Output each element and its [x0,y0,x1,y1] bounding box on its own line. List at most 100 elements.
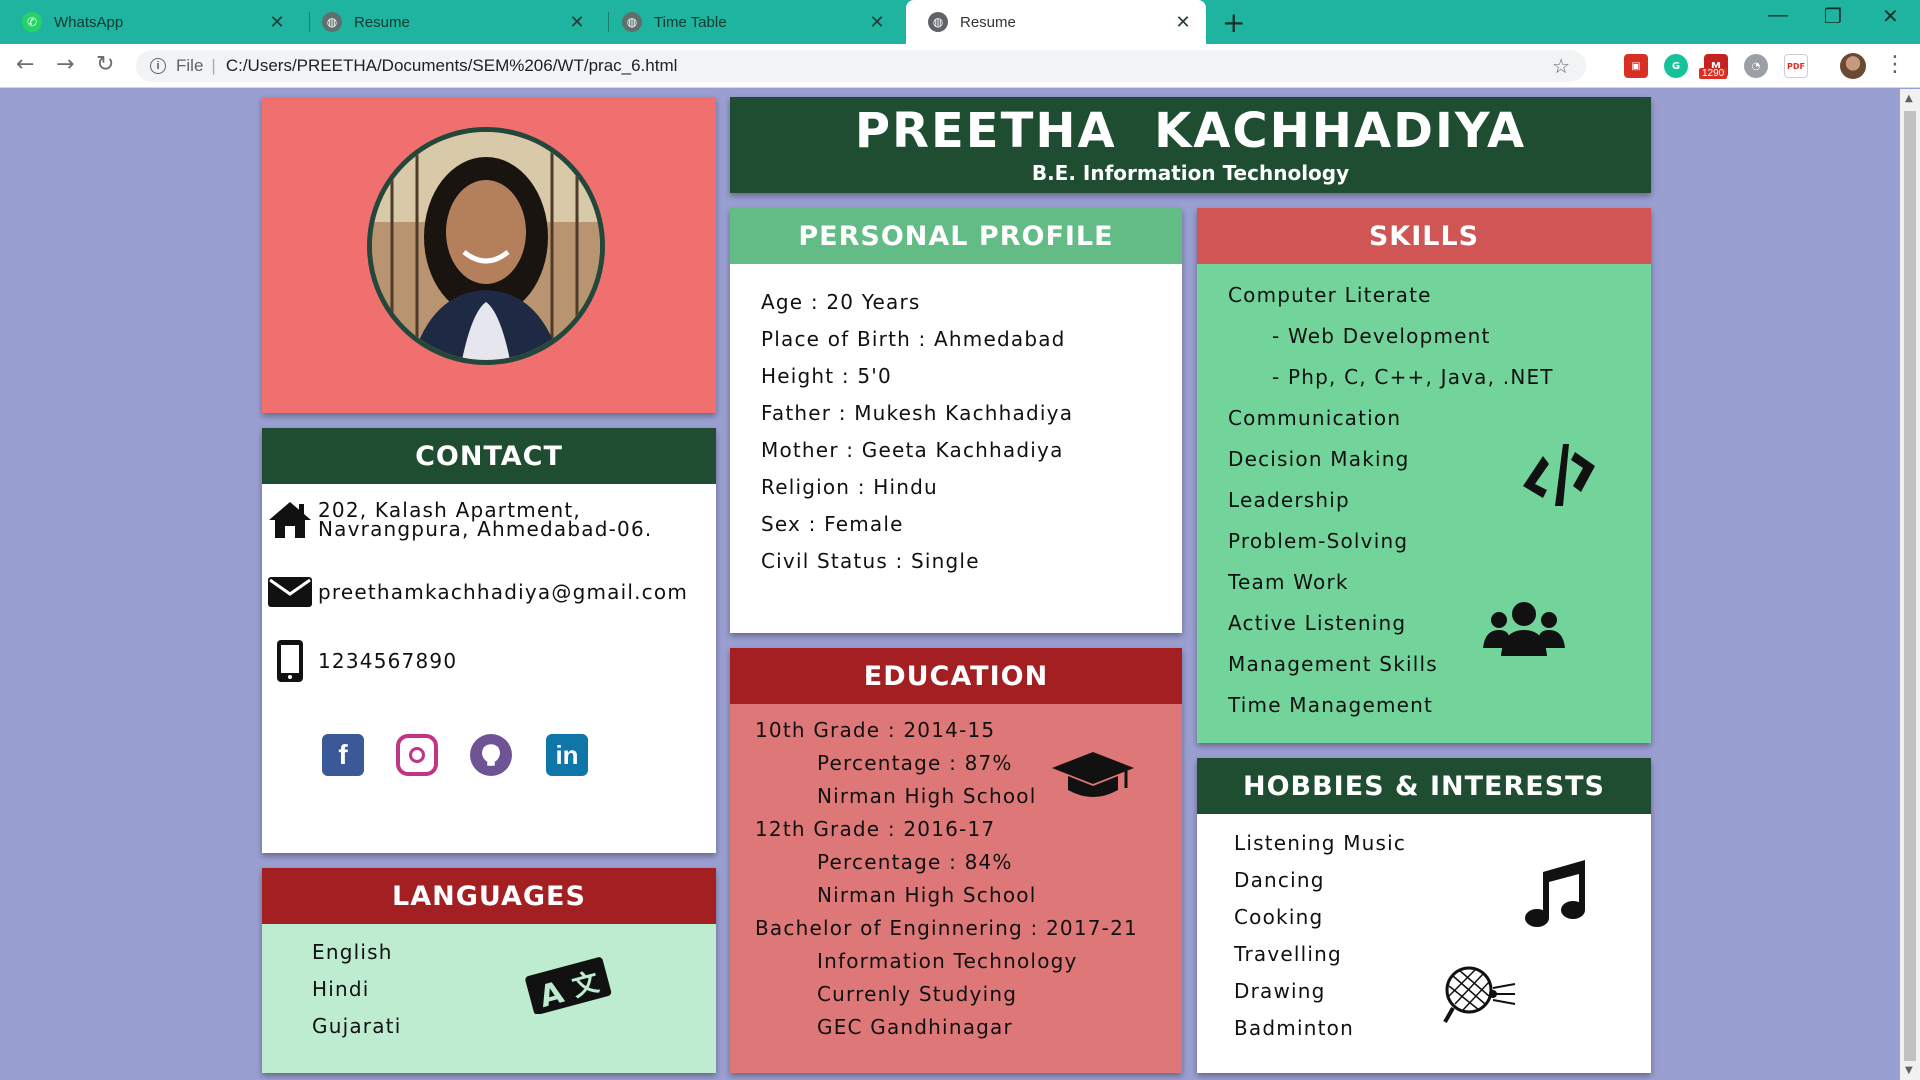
education-heading: EDUCATION [730,648,1182,704]
page-scrollbar[interactable]: ▲ ▼ [1900,89,1920,1080]
close-icon[interactable]: ✕ [868,12,886,33]
skill-item: Active Listening [1228,611,1407,635]
translate-icon: A 文 [524,956,612,1018]
new-tab-button[interactable]: + [1222,6,1245,39]
education-line: Information Technology [817,949,1078,973]
home-icon [262,500,318,540]
skill-item: - Php, C, C++, Java, .NET [1272,365,1554,389]
github-icon[interactable] [470,734,512,776]
profile-item: Mother : Geeta Kachhadiya [761,438,1064,462]
instagram-icon[interactable] [396,734,438,776]
unread-count-badge: 1290 [1699,68,1728,79]
tab-whatsapp[interactable]: ✆ WhatsApp ✕ [0,0,300,44]
language-item: Hindi [312,977,370,1001]
profile-item: Height : 5'0 [761,364,892,388]
education-line: 10th Grade : 2014-15 [755,718,996,742]
photo-card [262,97,716,413]
skill-item: - Web Development [1272,324,1491,348]
name-header: PREETHA KACHHADIYA B.E. Information Tech… [730,97,1651,193]
profile-item: Age : 20 Years [761,290,921,314]
hobbies-card: HOBBIES & INTERESTS Listening Music Danc… [1197,758,1651,1073]
education-line: Currenly Studying [817,982,1018,1006]
menu-dots-icon[interactable]: ⋮ [1884,52,1906,77]
phone-number: 1234567890 [318,649,458,673]
degree-subtitle: B.E. Information Technology [1031,161,1350,185]
mobile-phone-icon [262,639,318,683]
skill-item: Decision Making [1228,447,1410,471]
education-line: Percentage : 84% [817,850,1013,874]
skills-heading: SKILLS [1197,208,1651,264]
scroll-down-icon[interactable]: ▼ [1905,1065,1913,1076]
address-separator: | [211,56,216,75]
skill-item: Leadership [1228,488,1350,512]
education-line: 12th Grade : 2016-17 [755,817,996,841]
education-line: Percentage : 87% [817,751,1013,775]
address-bar[interactable]: i File | C:/Users/PREETHA/Documents/SEM%… [136,50,1586,82]
forward-arrow-icon[interactable]: → [56,52,74,77]
address-row: 202, Kalash Apartment, Navrangpura, Ahme… [262,500,652,540]
globe-icon: ◍ [322,12,342,32]
tab-resume-active[interactable]: ◍ Resume ✕ [906,0,1206,44]
reload-icon[interactable]: ↻ [96,52,114,77]
education-card: EDUCATION 10th Grade : 2014-15 Percentag… [730,648,1182,1073]
address-scheme: File [176,56,204,75]
hobby-item: Listening Music [1234,831,1407,855]
info-icon[interactable]: i [150,58,166,74]
hobby-item: Travelling [1234,942,1342,966]
close-icon[interactable]: ✕ [268,12,286,33]
close-icon[interactable]: ✕ [1174,12,1192,33]
tab-strip: ✆ WhatsApp ✕ ◍ Resume ✕ ◍ Time Table ✕ ◍… [0,0,1920,44]
minimize-button[interactable]: — [1768,4,1788,27]
code-icon [1521,442,1597,512]
grammarly-icon[interactable]: G [1664,54,1688,78]
close-icon[interactable]: ✕ [568,12,586,33]
tab-resume[interactable]: ◍ Resume ✕ [300,0,600,44]
hobby-item: Dancing [1234,868,1325,892]
pdf-extension-icon[interactable]: ▣ [1624,54,1648,78]
whatsapp-icon: ✆ [22,12,42,32]
personal-profile-card: PERSONAL PROFILE Age : 20 Years Place of… [730,208,1182,633]
badminton-icon [1443,964,1517,1030]
skill-item: Team Work [1228,570,1349,594]
skill-item: Problem-Solving [1228,529,1409,553]
toolbar: ← → ↻ i File | C:/Users/PREETHA/Document… [0,44,1920,88]
music-note-icon [1523,858,1589,934]
profile-item: Sex : Female [761,512,904,536]
address-url: C:/Users/PREETHA/Documents/SEM%206/WT/pr… [225,56,678,75]
email-icon [262,576,318,608]
scrollbar-thumb[interactable] [1904,111,1916,1061]
back-arrow-icon[interactable]: ← [16,52,34,77]
email-row: preethamkachhadiya@gmail.com [262,576,688,608]
skills-card: SKILLS Computer Literate - Web Developme… [1197,208,1651,743]
language-item: English [312,940,393,964]
personal-profile-heading: PERSONAL PROFILE [730,208,1182,264]
hobby-item: Drawing [1234,979,1326,1003]
pdf-converter-icon[interactable]: PDF [1784,54,1808,78]
full-name: PREETHA KACHHADIYA [854,103,1527,159]
profile-photo [367,127,605,365]
profile-avatar[interactable] [1840,53,1866,79]
scroll-up-icon[interactable]: ▲ [1905,93,1913,104]
facebook-icon[interactable]: f [322,734,364,776]
skill-item: Management Skills [1228,652,1438,676]
contact-heading: CONTACT [262,428,716,484]
bookmark-star-icon[interactable]: ☆ [1552,54,1570,79]
extension-icon[interactable]: ◔ [1744,54,1768,78]
tab-title: Time Table [654,13,727,31]
close-window-button[interactable]: ✕ [1882,4,1899,29]
linkedin-icon[interactable]: in [546,734,588,776]
team-icon [1483,600,1565,662]
hobby-item: Cooking [1234,905,1324,929]
education-line: Nirman High School [817,784,1037,808]
email-link[interactable]: preethamkachhadiya@gmail.com [318,580,688,604]
profile-item: Father : Mukesh Kachhadiya [761,401,1074,425]
profile-item: Civil Status : Single [761,549,980,573]
education-line: Bachelor of Enginnering : 2017-21 [755,916,1138,940]
tab-title: Resume [960,13,1016,31]
tab-title: WhatsApp [54,13,124,31]
phone-row: 1234567890 [262,639,457,683]
tab-time-table[interactable]: ◍ Time Table ✕ [600,0,900,44]
skill-item: Communication [1228,406,1402,430]
restore-button[interactable]: ❐ [1824,4,1842,29]
skill-item: Computer Literate [1228,283,1432,307]
